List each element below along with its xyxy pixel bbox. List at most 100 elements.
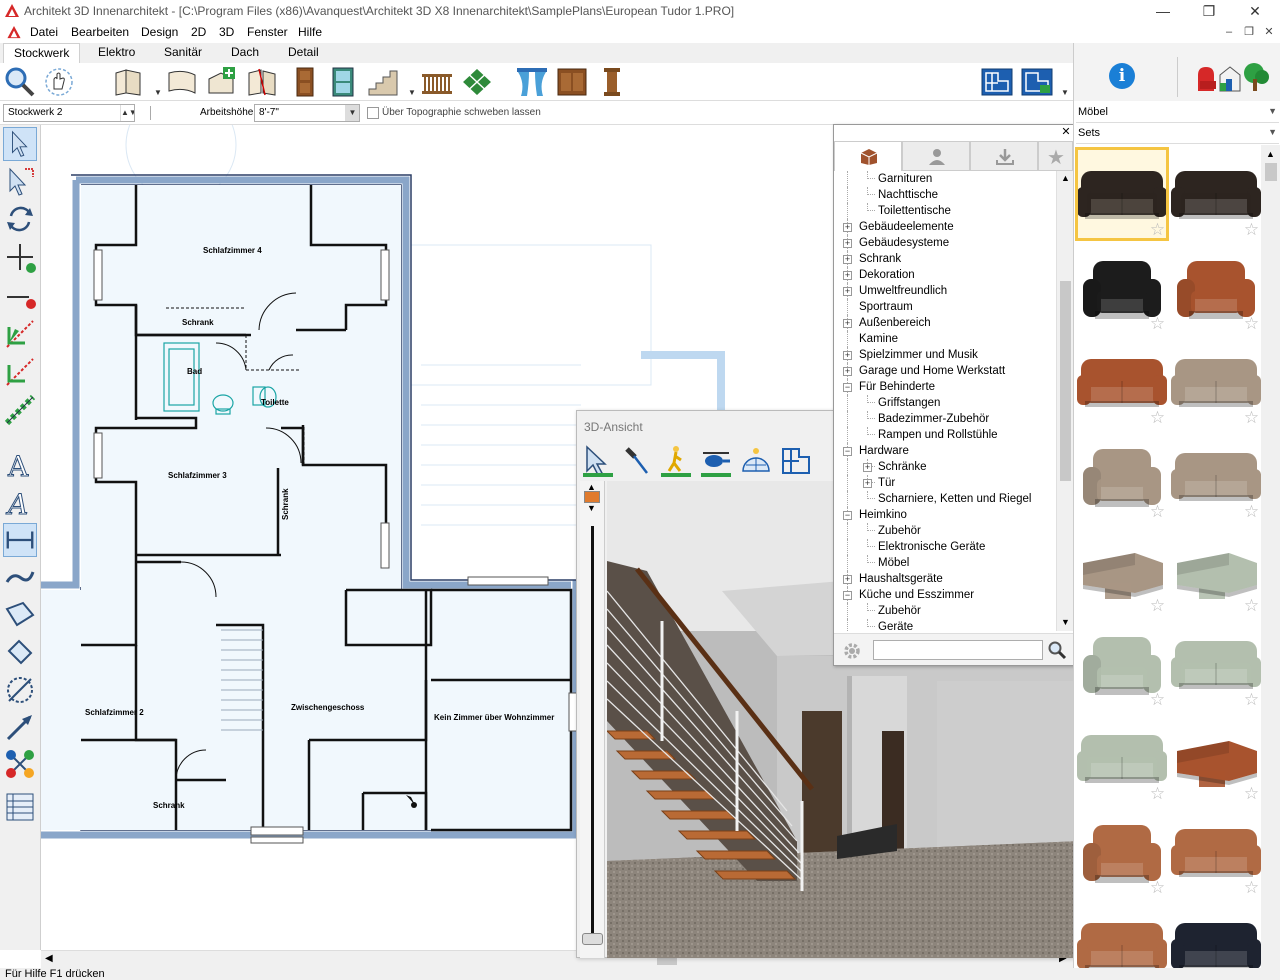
catalog-item[interactable]: ☆ xyxy=(1169,711,1261,805)
tab-elektro[interactable]: Elektro xyxy=(88,43,145,63)
break-wall-icon[interactable] xyxy=(3,355,37,389)
menu-2d[interactable]: 2D xyxy=(191,25,206,39)
scroll-up-icon[interactable]: ▲ xyxy=(1266,149,1275,159)
tree-item[interactable]: + Umweltfreundlich xyxy=(834,283,1056,299)
cabinet-tool-icon[interactable] xyxy=(555,65,589,99)
tree-item[interactable]: Zubehör xyxy=(834,523,1056,539)
tab-detail[interactable]: Detail xyxy=(278,43,329,63)
stairs-tool-icon[interactable] xyxy=(366,65,400,99)
favorite-star-icon[interactable]: ☆ xyxy=(1243,409,1260,426)
network-icon[interactable] xyxy=(3,747,37,781)
tree-item[interactable]: Toilettentische xyxy=(834,203,1056,219)
text-tool-icon[interactable]: A xyxy=(3,447,37,482)
maximize-button[interactable]: ❐ xyxy=(1186,0,1232,22)
catalog-item[interactable]: ☆ xyxy=(1169,241,1261,335)
expand-icon[interactable]: + xyxy=(863,463,872,472)
window-tool-icon[interactable] xyxy=(326,65,360,99)
favorite-star-icon[interactable]: ☆ xyxy=(1149,597,1166,614)
favorite-star-icon[interactable]: ☆ xyxy=(1243,221,1260,238)
tree-item[interactable]: − Küche und Esszimmer xyxy=(834,587,1056,603)
tree-item[interactable]: − Für Behinderte xyxy=(834,379,1056,395)
catalog-item[interactable]: ☆ xyxy=(1075,617,1169,711)
orbit-dome-icon[interactable] xyxy=(739,443,773,479)
tab-sanitaer[interactable]: Sanitär xyxy=(154,43,212,63)
collapse-icon[interactable]: − xyxy=(843,383,852,392)
library-close-button[interactable]: ✕ xyxy=(1060,126,1072,138)
collapse-icon[interactable]: − xyxy=(843,511,852,520)
tab-download[interactable] xyxy=(970,141,1038,171)
expand-icon[interactable]: + xyxy=(843,287,852,296)
catalog-item[interactable]: ☆ xyxy=(1075,899,1169,968)
close-window-button[interactable]: ✕ xyxy=(1232,0,1278,22)
tree-item[interactable]: Geräte xyxy=(834,619,1056,631)
tree-item[interactable]: Sportraum xyxy=(834,299,1056,315)
catalog-item[interactable]: ☆ xyxy=(1169,899,1261,968)
search-icon[interactable] xyxy=(1047,640,1067,660)
mdi-close-button[interactable]: ✕ xyxy=(1260,24,1278,40)
favorite-star-icon[interactable]: ☆ xyxy=(1149,503,1166,520)
expand-icon[interactable]: + xyxy=(843,223,852,232)
tree-item[interactable]: − Heimkino xyxy=(834,507,1056,523)
catalog-item[interactable]: ☆ xyxy=(1075,147,1169,241)
add-point-icon[interactable] xyxy=(3,240,37,274)
catalog-item[interactable]: ☆ xyxy=(1169,429,1261,523)
tree-item[interactable]: Kamine xyxy=(834,331,1056,347)
topo-checkbox[interactable] xyxy=(367,107,379,119)
plan-view-icon[interactable] xyxy=(980,65,1014,99)
favorite-star-icon[interactable]: ☆ xyxy=(1149,785,1166,802)
tree-item[interactable]: Zubehör xyxy=(834,603,1056,619)
tree-item[interactable]: Nachttische xyxy=(834,187,1056,203)
collapse-icon[interactable]: − xyxy=(843,447,852,456)
select-edit-icon[interactable] xyxy=(3,165,37,199)
settings-gear-icon[interactable] xyxy=(842,641,862,661)
tree-item[interactable]: + Spielzimmer und Musik xyxy=(834,347,1056,363)
catalog-item[interactable]: ☆ xyxy=(1075,805,1169,899)
catalog-scrollbar[interactable]: ▲ xyxy=(1261,145,1280,968)
railing-tool-icon[interactable] xyxy=(420,65,454,99)
polygon-tool-icon[interactable] xyxy=(3,597,37,631)
catalog-item[interactable]: ☆ xyxy=(1169,617,1261,711)
stairs-dropdown-icon[interactable]: ▼ xyxy=(408,88,416,97)
3d-zoom-slider[interactable]: ▲ ▼ xyxy=(580,481,605,958)
category-select[interactable]: Möbel ▼ xyxy=(1076,103,1279,123)
tree-item[interactable]: Möbel xyxy=(834,555,1056,571)
join-walls-icon[interactable] xyxy=(3,317,37,351)
menu-hilfe[interactable]: Hilfe xyxy=(298,25,322,39)
column-tool-icon[interactable] xyxy=(595,65,629,99)
height-field[interactable]: 8'-7" ▼ xyxy=(254,104,360,122)
floor-select[interactable]: Stockwerk 2 ▲▼ xyxy=(3,104,135,122)
tree-item[interactable]: Scharniere, Ketten und Riegel xyxy=(834,491,1056,507)
dimension-chain-icon[interactable] xyxy=(3,393,37,427)
expand-icon[interactable]: + xyxy=(843,351,852,360)
minimize-button[interactable]: — xyxy=(1140,0,1186,22)
favorite-star-icon[interactable]: ☆ xyxy=(1149,221,1166,238)
tree-item[interactable]: + Tür xyxy=(834,475,1056,491)
favorite-star-icon[interactable]: ☆ xyxy=(1149,691,1166,708)
scroll-down-icon[interactable]: ▼ xyxy=(1061,617,1070,627)
tree-item[interactable]: + Haushaltsgeräte xyxy=(834,571,1056,587)
tab-dach[interactable]: Dach xyxy=(221,43,269,63)
slider-down-icon[interactable]: ▼ xyxy=(587,503,596,513)
menu-datei[interactable]: Datei xyxy=(30,25,58,39)
favorite-star-icon[interactable]: ☆ xyxy=(1149,409,1166,426)
room-add-icon[interactable] xyxy=(205,65,239,99)
curtain-tool-icon[interactable] xyxy=(515,65,549,99)
helicopter-icon[interactable] xyxy=(699,443,733,479)
tree-item[interactable]: Griffstangen xyxy=(834,395,1056,411)
dimension-icon[interactable] xyxy=(3,523,37,557)
favorite-star-icon[interactable]: ☆ xyxy=(1243,785,1260,802)
tree-item[interactable]: Rampen und Rollstühle xyxy=(834,427,1056,443)
door-tool-icon[interactable] xyxy=(288,65,322,99)
plan-overview-icon[interactable] xyxy=(779,443,813,479)
circle-tool-icon[interactable] xyxy=(3,673,37,707)
scroll-up-icon[interactable]: ▲ xyxy=(1061,173,1070,183)
furniture-catalog-icon[interactable] xyxy=(1196,61,1270,93)
slider-thumb[interactable] xyxy=(582,933,603,945)
tree-item[interactable]: + Gebäudesysteme xyxy=(834,235,1056,251)
wall-tool-icon[interactable] xyxy=(112,65,146,99)
expand-icon[interactable]: + xyxy=(863,479,872,488)
tree-item[interactable]: + Garage und Home Werkstatt xyxy=(834,363,1056,379)
tab-stockwerk[interactable]: Stockwerk xyxy=(3,43,81,63)
tree-item[interactable]: + Außenbereich xyxy=(834,315,1056,331)
tree-scroll-thumb[interactable] xyxy=(1060,281,1071,481)
